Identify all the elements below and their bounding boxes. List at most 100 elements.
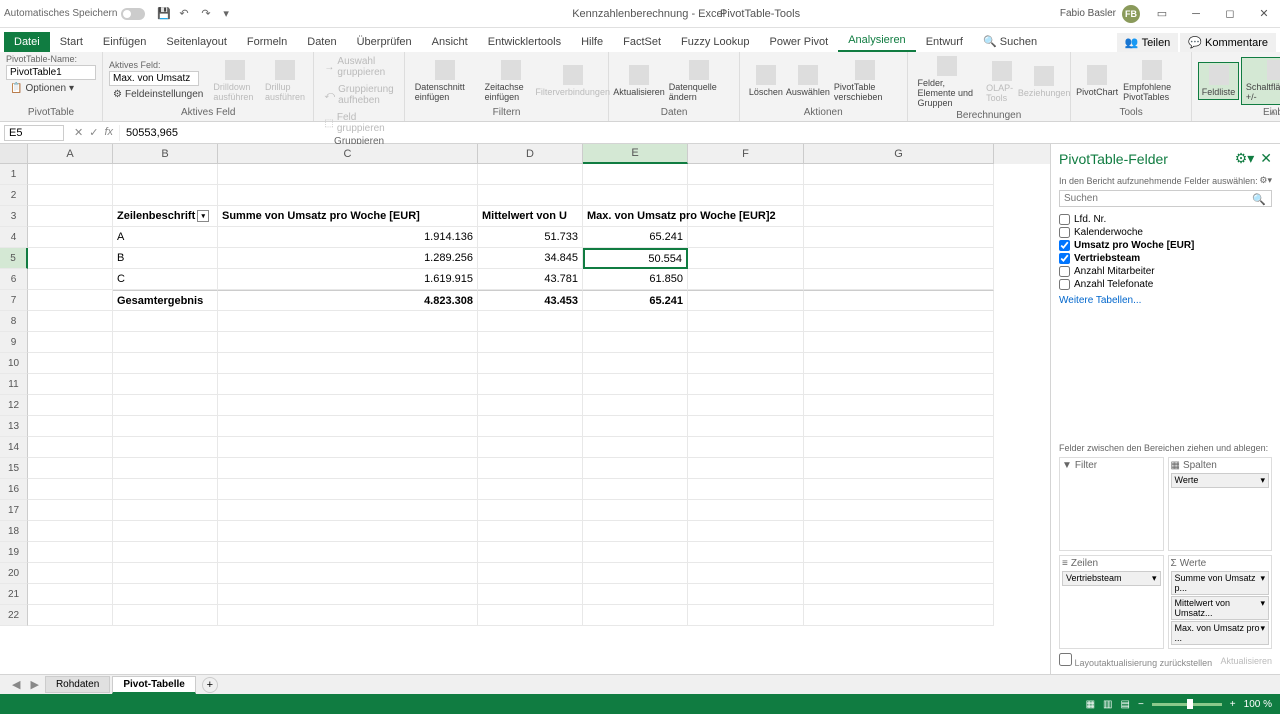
field-checkbox-item[interactable]: Anzahl Mitarbeiter	[1059, 265, 1272, 278]
cell[interactable]	[113, 374, 218, 395]
sheet-tab-rohdaten[interactable]: Rohdaten	[45, 676, 110, 693]
cell[interactable]: Max. von Umsatz pro Woche [EUR]2	[583, 206, 688, 227]
row-header[interactable]: 12	[0, 395, 28, 416]
col-header[interactable]: B	[113, 144, 218, 164]
pane-settings-icon[interactable]: ⚙▾	[1235, 150, 1255, 167]
cell[interactable]	[28, 353, 113, 374]
ribbon-mode-icon[interactable]: ▭	[1150, 4, 1174, 24]
cell[interactable]	[804, 542, 994, 563]
cell[interactable]: B	[113, 248, 218, 269]
datasource-button[interactable]: Datenquelle ändern	[665, 58, 733, 104]
tab-help[interactable]: Hilfe	[571, 32, 613, 52]
cell[interactable]	[113, 395, 218, 416]
qat-more-icon[interactable]: ▾	[223, 7, 237, 21]
clear-button[interactable]: Löschen	[746, 63, 786, 99]
cell[interactable]	[478, 353, 583, 374]
sheet-tab-pivot[interactable]: Pivot-Tabelle	[112, 676, 196, 694]
cell[interactable]	[28, 563, 113, 584]
cell[interactable]	[478, 164, 583, 185]
tab-pagelayout[interactable]: Seitenlayout	[156, 32, 237, 52]
cell[interactable]	[688, 458, 804, 479]
cell[interactable]	[218, 416, 478, 437]
cell[interactable]	[478, 458, 583, 479]
cell[interactable]	[688, 227, 804, 248]
cell[interactable]	[688, 479, 804, 500]
more-tables-link[interactable]: Weitere Tabellen...	[1059, 295, 1272, 306]
cell[interactable]: 43.453	[478, 290, 583, 311]
cell[interactable]	[804, 164, 994, 185]
cell[interactable]	[804, 605, 994, 626]
cell[interactable]	[804, 332, 994, 353]
select-button[interactable]: Auswählen	[788, 63, 828, 99]
tab-insert[interactable]: Einfügen	[93, 32, 156, 52]
tab-powerpivot[interactable]: Power Pivot	[760, 32, 839, 52]
row-header[interactable]: 4	[0, 227, 28, 248]
row-header[interactable]: 9	[0, 332, 28, 353]
cell[interactable]	[218, 332, 478, 353]
tab-devtools[interactable]: Entwicklertools	[478, 32, 571, 52]
cell[interactable]: Gesamtergebnis	[113, 290, 218, 311]
cell[interactable]	[583, 164, 688, 185]
defer-layout-checkbox[interactable]: Layoutaktualisierung zurückstellen	[1059, 653, 1212, 668]
cell[interactable]	[478, 563, 583, 584]
row-header[interactable]: 16	[0, 479, 28, 500]
redo-icon[interactable]: ↷	[201, 7, 215, 21]
cell[interactable]	[28, 164, 113, 185]
cell[interactable]: 61.850	[583, 269, 688, 290]
cell[interactable]	[218, 311, 478, 332]
row-header[interactable]: 5	[0, 248, 28, 269]
sheet-next-icon[interactable]: ▶	[26, 678, 42, 691]
cell[interactable]	[804, 521, 994, 542]
cell[interactable]	[28, 395, 113, 416]
cell[interactable]	[28, 248, 113, 269]
refresh-button[interactable]: Aktualisieren	[615, 63, 662, 99]
col-header[interactable]: F	[688, 144, 804, 164]
autosave-toggle[interactable]	[121, 8, 145, 20]
row-header[interactable]: 10	[0, 353, 28, 374]
row-header[interactable]: 13	[0, 416, 28, 437]
cell[interactable]	[583, 521, 688, 542]
cell[interactable]	[113, 458, 218, 479]
cell[interactable]	[113, 311, 218, 332]
view-normal-icon[interactable]: ▦	[1086, 699, 1095, 710]
cell[interactable]	[28, 605, 113, 626]
zoom-out-icon[interactable]: −	[1138, 699, 1144, 710]
cell[interactable]	[113, 185, 218, 206]
cell[interactable]	[583, 416, 688, 437]
cell[interactable]	[688, 248, 804, 269]
cell[interactable]	[113, 164, 218, 185]
cell[interactable]	[478, 332, 583, 353]
cell[interactable]	[804, 458, 994, 479]
cell[interactable]	[688, 311, 804, 332]
cell[interactable]: 1.619.915	[218, 269, 478, 290]
cell[interactable]	[28, 374, 113, 395]
cell[interactable]	[478, 311, 583, 332]
col-header[interactable]: G	[804, 144, 994, 164]
pane-close-icon[interactable]: ✕	[1260, 150, 1272, 167]
cell[interactable]	[583, 458, 688, 479]
cell[interactable]	[218, 395, 478, 416]
cell[interactable]	[218, 500, 478, 521]
row-header[interactable]: 21	[0, 584, 28, 605]
cell[interactable]	[688, 437, 804, 458]
cell[interactable]	[478, 605, 583, 626]
cell[interactable]	[804, 248, 994, 269]
cell[interactable]	[113, 416, 218, 437]
field-checkbox-item[interactable]: Kalenderwoche	[1059, 226, 1272, 239]
cell[interactable]	[804, 584, 994, 605]
cell[interactable]	[28, 206, 113, 227]
tab-file[interactable]: Datei	[4, 32, 50, 52]
cell[interactable]	[583, 563, 688, 584]
cell[interactable]	[804, 374, 994, 395]
row-header[interactable]: 3	[0, 206, 28, 227]
cell[interactable]	[218, 185, 478, 206]
zoom-in-icon[interactable]: +	[1230, 699, 1236, 710]
buttons-toggle[interactable]: Schaltflächen +/-	[1241, 57, 1280, 105]
cell[interactable]: 65.241	[583, 227, 688, 248]
tab-fuzzy[interactable]: Fuzzy Lookup	[671, 32, 759, 52]
fx-icon[interactable]: fx	[104, 126, 113, 139]
cell[interactable]	[804, 206, 994, 227]
cell[interactable]	[28, 416, 113, 437]
cell[interactable]	[218, 479, 478, 500]
cell[interactable]: Summe von Umsatz pro Woche [EUR]	[218, 206, 478, 227]
